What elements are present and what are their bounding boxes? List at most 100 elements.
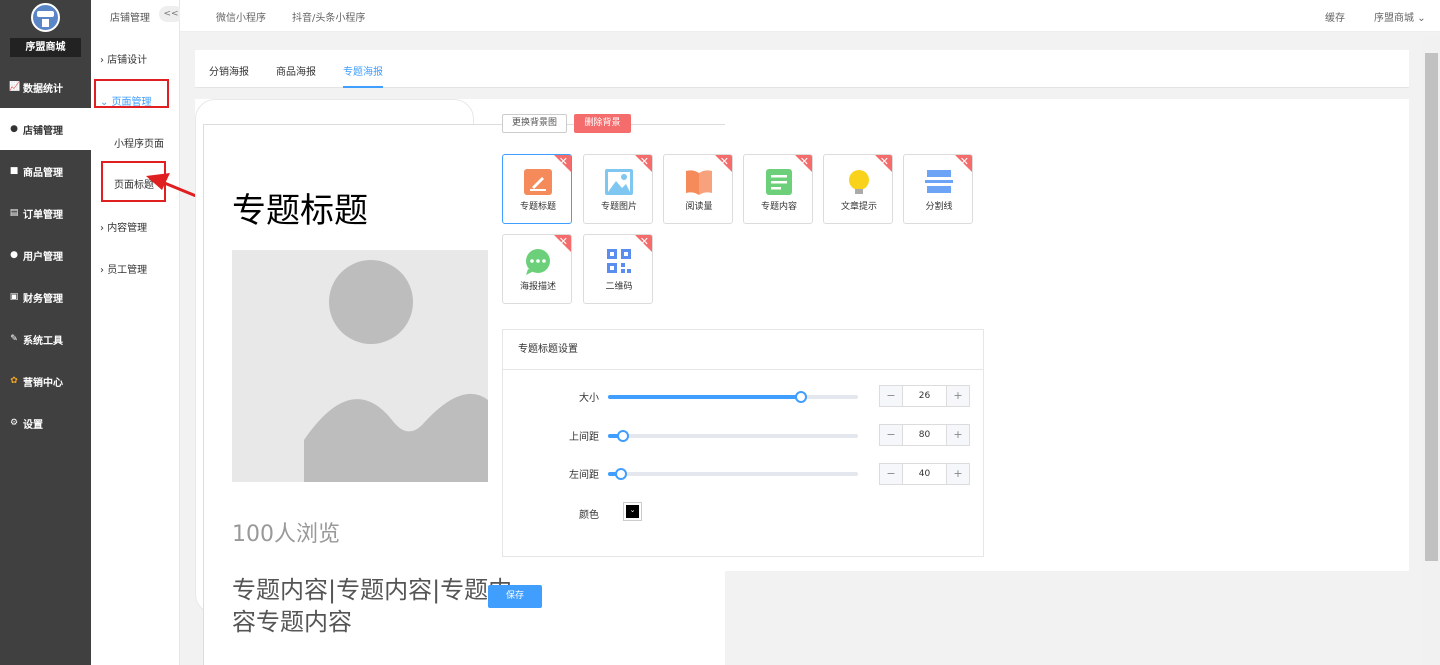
top-margin-stepper[interactable]: − 80 + xyxy=(879,424,970,446)
nav-item-finance[interactable]: ▣ 财务管理 xyxy=(0,276,91,318)
book-icon xyxy=(686,170,712,195)
slider-handle[interactable] xyxy=(614,468,627,480)
size-label: 大小 xyxy=(579,393,599,404)
tab-douyin-miniprogram[interactable]: 抖音/头条小程序 xyxy=(292,9,365,24)
store-icon: ● xyxy=(10,124,18,134)
settings-title: 专题标题设置 xyxy=(503,330,983,370)
left-margin-label: 左间距 xyxy=(569,470,599,481)
left-margin-input[interactable]: 40 xyxy=(902,464,947,484)
order-icon: ▤ xyxy=(9,208,19,218)
delete-background-button[interactable]: 删除背景 xyxy=(574,114,631,133)
subnav-staff-management[interactable]: › 员工管理 xyxy=(100,261,147,276)
subnav-miniprogram-pages[interactable]: 小程序页面 xyxy=(114,135,164,150)
nav-item-stats[interactable]: 📈 数据统计 xyxy=(0,66,91,108)
close-icon: ✕ xyxy=(639,235,649,248)
component-topic-title[interactable]: ✕ 专题标题 xyxy=(502,154,572,224)
subnav-store-design[interactable]: › 店铺设计 xyxy=(100,51,147,66)
user-menu[interactable]: 序盟商城 ⌄ xyxy=(1374,9,1426,24)
scrollbar[interactable] xyxy=(1423,36,1440,665)
slider-handle[interactable] xyxy=(617,430,629,442)
decrement-button[interactable]: − xyxy=(880,425,902,445)
size-input[interactable]: 26 xyxy=(902,386,947,406)
decrement-button[interactable]: − xyxy=(880,464,902,484)
gear-icon: ⚙ xyxy=(9,418,19,428)
component-poster-description[interactable]: ✕ 海报描述 xyxy=(502,234,572,304)
increment-button[interactable]: + xyxy=(947,464,969,484)
component-qrcode[interactable]: ✕ 二维码 xyxy=(583,234,653,304)
increment-button[interactable]: + xyxy=(947,425,969,445)
background-fill xyxy=(725,571,1409,665)
main-sidebar: 序盟商城 📈 数据统计 ● 店铺管理 ■ 商品管理 ▤ 订单管理 ● 用户管理 ▣ 财务管理… xyxy=(0,0,91,665)
tab-goods-poster[interactable]: 商品海报 xyxy=(276,63,316,78)
top-margin-label: 上间距 xyxy=(569,432,599,443)
top-margin-slider[interactable] xyxy=(608,430,858,442)
tab-wechat-miniprogram[interactable]: 微信小程序 xyxy=(216,9,266,24)
poster-title[interactable]: 专题标题 xyxy=(232,183,368,232)
content-icon xyxy=(766,169,792,195)
main-nav: 📈 数据统计 ● 店铺管理 ■ 商品管理 ▤ 订单管理 ● 用户管理 ▣ 财务管理 ✎ 系统工… xyxy=(0,66,91,444)
goods-icon: ■ xyxy=(9,166,19,176)
title-settings-panel: 专题标题设置 大小 − 26 + 上间距 − 80 + 左间距 − 40 + 颜… xyxy=(502,329,984,557)
tab-distribution-poster[interactable]: 分销海报 xyxy=(209,63,249,78)
poster-content[interactable]: 专题内容|专题内容|专题内容专题内容 xyxy=(232,574,532,638)
user-icon: ● xyxy=(10,250,18,260)
save-button[interactable]: 保存 xyxy=(488,585,542,608)
scrollbar-thumb[interactable] xyxy=(1425,53,1438,561)
chevron-down-icon: ⌄ xyxy=(626,505,639,518)
color-picker[interactable]: ⌄ xyxy=(623,502,642,521)
marketing-icon: ✿ xyxy=(10,376,18,386)
tab-topic-poster[interactable]: 专题海报 xyxy=(343,63,383,78)
store-logo-icon xyxy=(31,3,60,32)
close-icon: ✕ xyxy=(558,155,568,168)
nav-item-users[interactable]: ● 用户管理 xyxy=(0,234,91,276)
nav-item-tools[interactable]: ✎ 系统工具 xyxy=(0,318,91,360)
top-bar: 微信小程序 抖音/头条小程序 缓存 序盟商城 ⌄ xyxy=(180,0,1440,32)
close-icon: ✕ xyxy=(719,155,729,168)
slider-handle[interactable] xyxy=(794,391,807,403)
close-icon: ✕ xyxy=(558,235,568,248)
cache-link[interactable]: 缓存 xyxy=(1325,9,1345,24)
image-icon xyxy=(605,169,633,195)
size-stepper[interactable]: − 26 + xyxy=(879,385,970,407)
component-article-tip[interactable]: ✕ 文章提示 xyxy=(823,154,893,224)
poster-image-placeholder[interactable] xyxy=(232,250,488,482)
left-margin-slider[interactable] xyxy=(608,468,858,480)
increment-button[interactable]: + xyxy=(947,386,969,406)
image-placeholder-icon xyxy=(304,260,488,482)
chevron-down-icon: ⌄ xyxy=(1417,13,1426,24)
chat-icon xyxy=(526,249,550,275)
left-margin-stepper[interactable]: − 40 + xyxy=(879,463,970,485)
finance-icon: ▣ xyxy=(9,292,19,302)
nav-item-goods[interactable]: ■ 商品管理 xyxy=(0,150,91,192)
decrement-button[interactable]: − xyxy=(880,386,902,406)
bulb-icon xyxy=(849,170,869,194)
component-topic-image[interactable]: ✕ 专题图片 xyxy=(583,154,653,224)
shop-name: 序盟商城 xyxy=(10,38,81,57)
change-background-button[interactable]: 更换背景图 xyxy=(502,114,567,133)
nav-item-marketing[interactable]: ✿ 营销中心 xyxy=(0,360,91,402)
poster-tabs: 分销海报 商品海报 专题海报 xyxy=(195,50,1409,88)
nav-item-orders[interactable]: ▤ 订单管理 xyxy=(0,192,91,234)
size-slider[interactable] xyxy=(608,391,858,403)
close-icon: ✕ xyxy=(879,155,889,168)
sub-sidebar-title: 店铺管理 xyxy=(110,13,150,24)
qrcode-icon xyxy=(607,249,631,273)
close-icon: ✕ xyxy=(959,155,969,168)
poster-views[interactable]: 100人浏览 xyxy=(232,516,340,548)
nav-item-settings[interactable]: ⚙ 设置 xyxy=(0,402,91,444)
top-margin-input[interactable]: 80 xyxy=(902,425,947,445)
close-icon: ✕ xyxy=(799,155,809,168)
component-divider[interactable]: ✕ 分割线 xyxy=(903,154,973,224)
nav-item-store[interactable]: ● 店铺管理 xyxy=(0,108,91,150)
close-icon: ✕ xyxy=(639,155,649,168)
highlight-box xyxy=(94,79,169,108)
color-label: 颜色 xyxy=(579,510,599,521)
component-read-count[interactable]: ✕ 阅读量 xyxy=(663,154,733,224)
wrench-icon: ✎ xyxy=(10,334,18,344)
divider-icon xyxy=(925,170,953,193)
title-icon xyxy=(524,169,552,195)
component-topic-content[interactable]: ✕ 专题内容 xyxy=(743,154,813,224)
subnav-content-management[interactable]: › 内容管理 xyxy=(100,219,147,234)
active-tab-indicator xyxy=(343,86,383,88)
chart-icon: 📈 xyxy=(9,82,21,92)
